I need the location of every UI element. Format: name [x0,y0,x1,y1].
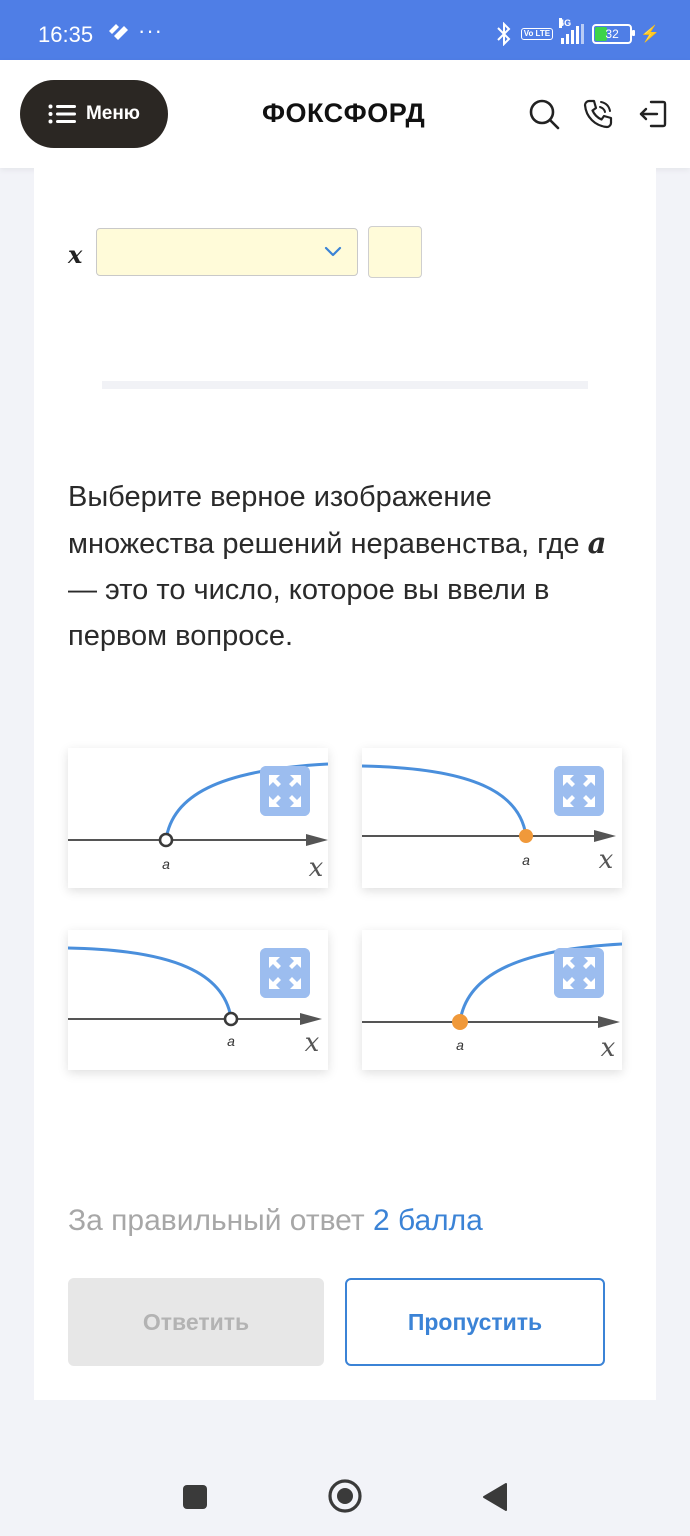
points-info: За правильный ответ 2 балла [68,1204,483,1238]
axis-label: x [309,853,324,883]
app-header: Меню ФОКСФОРД [0,60,690,168]
points-value: 2 балла [372,1204,483,1237]
question-card: x Выберите верное изображение множества … [34,168,656,1400]
charging-icon: ⚡ [640,26,660,43]
chevron-down-icon [324,246,342,257]
point-label: a [456,1037,464,1053]
question-text-before: Выберите верное изображение множества ре… [68,481,588,560]
status-bar: 16:35 ··· Vo LTE 4G 32 ⚡ [0,0,690,60]
expand-icon[interactable] [554,766,604,816]
more-notifications-icon: ··· [138,18,163,43]
volte-icon: Vo LTE [520,28,554,40]
question-variable: a [587,526,607,560]
logout-icon[interactable] [637,98,669,130]
point-label: a [522,852,530,868]
axis-label: x [599,845,614,875]
network-type: 4G [559,18,572,28]
answer-option-3[interactable]: a x [68,930,328,1070]
expand-icon[interactable] [260,766,310,816]
battery-level: 32 [605,27,619,41]
point-label: a [227,1033,235,1049]
recents-icon[interactable] [182,1484,208,1510]
points-prefix: За правильный ответ [68,1204,373,1237]
phone-icon[interactable] [582,98,614,130]
home-icon[interactable] [327,1478,363,1514]
question-text: Выберите верное изображение множества ре… [68,474,608,659]
axis-label: x [305,1028,320,1058]
closed-point [519,829,533,843]
bluetooth-icon [496,22,511,46]
expand-icon[interactable] [554,948,604,998]
variable-label: x [68,240,83,269]
open-point [223,1011,239,1027]
answer-option-2[interactable]: a x [362,748,622,888]
open-point [158,832,174,848]
expand-icon[interactable] [260,948,310,998]
sign-dropdown[interactable] [96,228,358,276]
back-icon[interactable] [482,1482,508,1512]
signal-icon: 4G [559,18,585,44]
axis-label: x [601,1033,616,1063]
logo[interactable]: ФОКСФОРД [262,98,425,129]
battery-icon: 32 [592,24,636,44]
app-notification-icon [109,24,128,40]
answer-option-4[interactable]: a x [362,930,622,1070]
menu-icon [48,104,76,124]
point-label: a [162,856,170,872]
menu-button[interactable]: Меню [20,80,168,148]
skip-button[interactable]: Пропустить [345,1278,605,1366]
question-text-after: — это то число, которое вы ввели в перво… [68,574,550,652]
menu-label: Меню [85,103,141,124]
answer-option-1[interactable]: a x [68,748,328,888]
answer-button[interactable]: Ответить [68,1278,324,1366]
status-icons: Vo LTE 4G 32 ⚡ [495,18,660,48]
number-input[interactable] [368,226,422,278]
system-nav-bar [0,1460,690,1536]
search-icon[interactable] [528,98,560,130]
closed-point [452,1014,468,1030]
divider [102,381,588,389]
status-time: 16:35 [38,22,94,47]
